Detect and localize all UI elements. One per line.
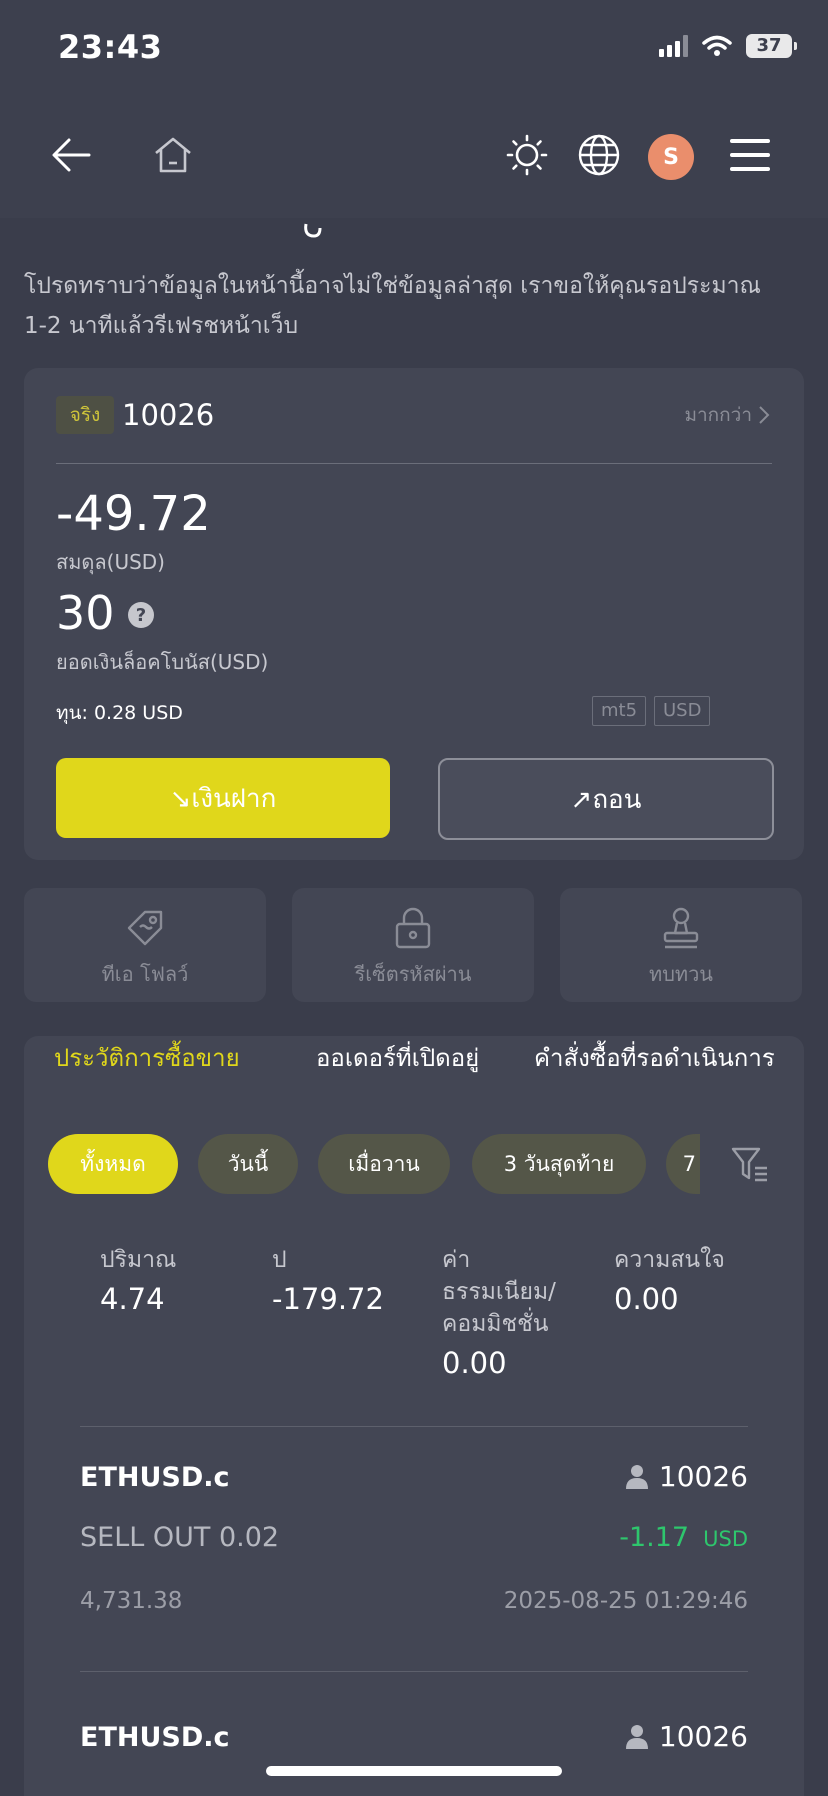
stat-label-profit: ป <box>272 1247 287 1273</box>
trade-pnl-currency: USD <box>703 1527 748 1551</box>
trade-account-number: 10026 <box>658 1720 748 1753</box>
trade-account: 10026 <box>625 1460 748 1493</box>
filter-chip-last-3-days[interactable]: 3 วันสุดท้าย <box>472 1134 646 1194</box>
stat-value-fee: 0.00 <box>442 1346 507 1380</box>
battery-icon: 37 <box>746 34 797 58</box>
review-tile[interactable]: ทบทวน <box>560 888 802 1002</box>
capital-text: ทุน: 0.28 USD <box>56 702 183 724</box>
reset-password-tile[interactable]: รีเซ็ตรหัสผ่าน <box>292 888 534 1002</box>
home-indicator <box>266 1766 562 1776</box>
home-icon[interactable] <box>150 132 196 178</box>
stat-label-volume: ปริมาณ <box>100 1247 177 1273</box>
status-time: 23:43 <box>58 28 163 66</box>
theme-sun-icon[interactable] <box>504 132 550 178</box>
filter-chip-all[interactable]: ทั้งหมด <box>48 1134 178 1194</box>
divider <box>80 1426 748 1427</box>
divider <box>56 463 772 464</box>
stat-value-interest: 0.00 <box>614 1282 679 1316</box>
withdraw-button[interactable]: ↗ถอน <box>438 758 774 840</box>
filter-chip-yesterday[interactable]: เมื่อวาน <box>318 1134 450 1194</box>
trade-price: 4,731.38 <box>80 1588 183 1614</box>
stat-value-volume: 4.74 <box>100 1282 165 1316</box>
balance-value: -49.72 <box>56 486 211 542</box>
cut-off-heading-fragment <box>304 223 322 238</box>
signal-icon <box>659 35 688 57</box>
more-link-label: มากกว่า <box>684 404 752 426</box>
lock-icon <box>391 906 435 950</box>
trade-account-number: 10026 <box>658 1460 748 1493</box>
stat-value-profit: -179.72 <box>272 1282 384 1316</box>
tab-open-orders[interactable]: ออเดอร์ที่เปิดอยู่ <box>316 1040 479 1076</box>
stamp-icon <box>659 906 703 950</box>
wifi-icon <box>702 35 732 56</box>
data-delay-notice: โปรดทราบว่าข้อมูลในหน้านี้อาจไม่ใช่ข้อมู… <box>24 273 761 339</box>
ticket-icon <box>123 906 167 950</box>
currency-badge: USD <box>654 696 711 726</box>
tab-trade-history[interactable]: ประวัติการซื้อขาย <box>54 1040 240 1076</box>
tile-label: ทีเอ โฟลว์ <box>101 962 189 986</box>
back-arrow-icon[interactable] <box>48 132 94 178</box>
chevron-right-icon <box>759 406 770 424</box>
more-link[interactable]: มากกว่า <box>684 400 770 430</box>
tile-label: ทบทวน <box>649 962 713 986</box>
account-number: 10026 <box>122 398 215 432</box>
divider <box>80 1671 748 1672</box>
top-bar: 23:43 37 S <box>0 0 828 218</box>
trade-symbol: ETHUSD.c <box>80 1462 230 1493</box>
globe-icon[interactable] <box>576 132 622 178</box>
balance-label: สมดุล(USD) <box>56 550 165 574</box>
locked-bonus-label: ยอดเงินล็อคโบนัส(USD) <box>56 650 269 674</box>
filter-chip-today[interactable]: วันนี้ <box>198 1134 298 1194</box>
trade-pnl-value: -1.17 <box>619 1522 690 1553</box>
trade-side: SELL OUT 0.02 <box>80 1522 280 1553</box>
help-icon[interactable]: ? <box>128 602 154 628</box>
tab-pending-orders[interactable]: คำสั่งซื้อที่รอดำเนินการ <box>534 1040 775 1076</box>
stat-label-interest: ความสนใจ <box>614 1247 725 1273</box>
deposit-button[interactable]: ↘เงินฝาก <box>56 758 390 838</box>
user-icon <box>625 1464 648 1489</box>
account-type-tag: จริง <box>56 396 114 434</box>
tile-label: รีเซ็ตรหัสผ่าน <box>354 962 472 986</box>
locked-bonus-value: 30 <box>56 586 115 640</box>
account-card: จริง 10026 มากกว่า -49.72 สมดุล(USD) 30 … <box>24 368 804 860</box>
user-avatar[interactable]: S <box>648 134 694 180</box>
ta-flow-tile[interactable]: ทีเอ โฟลว์ <box>24 888 266 1002</box>
user-icon <box>625 1724 648 1749</box>
trade-pnl: -1.17 USD <box>619 1522 748 1553</box>
trade-account: 10026 <box>625 1720 748 1753</box>
platform-badge: mt5 <box>592 696 647 726</box>
trade-time: 2025-08-25 01:29:46 <box>503 1588 748 1614</box>
status-icons: 37 <box>659 34 797 58</box>
trade-symbol: ETHUSD.c <box>80 1722 230 1753</box>
filter-icon[interactable] <box>730 1144 770 1184</box>
stat-label-fee: ค่าธรรมเนียม/คอมมิชชั่น <box>442 1247 556 1337</box>
menu-icon[interactable] <box>728 132 772 178</box>
